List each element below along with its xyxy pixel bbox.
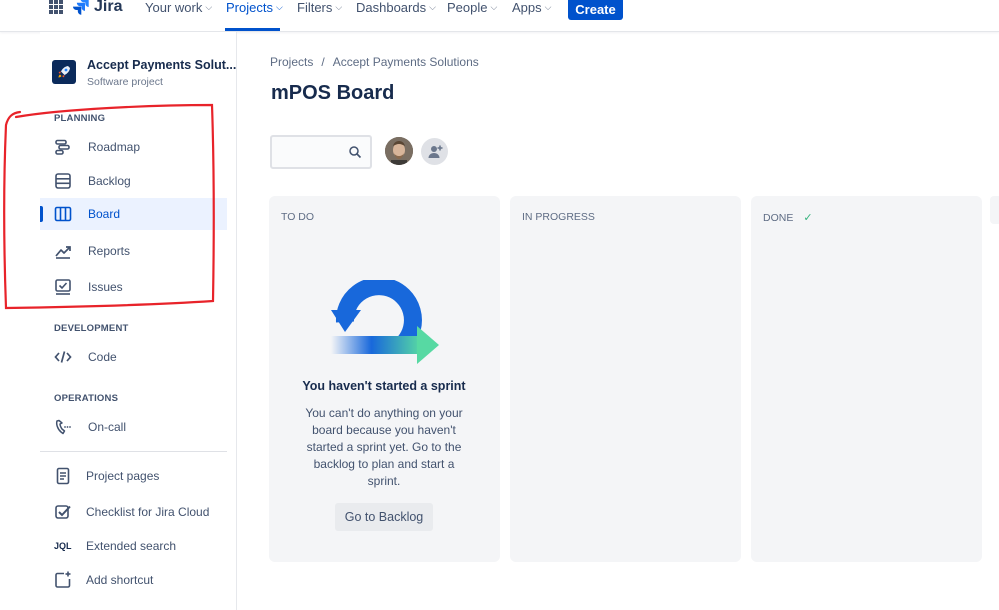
nav-projects[interactable]: Projects ⌵ (226, 0, 283, 17)
empty-state-title: You haven't started a sprint (302, 379, 466, 393)
search-icon (349, 146, 362, 159)
board-search-input[interactable] (270, 135, 372, 169)
nav-apps[interactable]: Apps ⌵ (512, 0, 551, 17)
sidebar-item-project-pages[interactable]: Project pages (40, 460, 227, 492)
sidebar-item-extended-search[interactable]: JQL Extended search (40, 530, 227, 562)
rocket-icon (58, 66, 70, 78)
nav-label: People (447, 0, 488, 15)
user-avatar[interactable] (385, 137, 413, 165)
chevron-down-icon: ⌵ (335, 1, 343, 12)
phone-icon (55, 419, 71, 435)
sidebar-item-issues[interactable]: Issues (40, 271, 227, 303)
breadcrumb-project[interactable]: Accept Payments Solutions (333, 55, 479, 69)
sidebar-item-label: Roadmap (88, 140, 141, 154)
sidebar-item-label: Reports (88, 244, 131, 258)
code-icon (54, 351, 72, 363)
column-title: DONE ✓ (763, 211, 813, 225)
page-icon (56, 467, 70, 485)
sidebar-item-label: On-call (88, 420, 127, 434)
section-heading-planning: PLANNING (54, 113, 106, 124)
checklist-icon (55, 505, 71, 519)
chevron-down-icon: ⌵ (275, 1, 283, 12)
empty-state-text: You can't do anything on your board beca… (305, 406, 463, 488)
jira-logo[interactable]: Jira (72, 0, 122, 16)
sidebar-divider (40, 451, 227, 452)
nav-label: Filters (297, 0, 333, 15)
sidebar-item-board[interactable]: Board (40, 198, 227, 230)
sidebar-item-label: Extended search (86, 539, 177, 553)
add-shortcut-icon (55, 571, 71, 588)
column-title-text: TO DO (281, 211, 315, 223)
column-title: TO DO (281, 211, 314, 223)
go-to-backlog-button[interactable]: Go to Backlog (335, 503, 433, 531)
app-switcher-icon[interactable] (49, 0, 63, 14)
project-type: Software project (87, 76, 163, 88)
add-people-button[interactable] (421, 138, 448, 165)
page-title: mPOS Board (271, 82, 395, 104)
sidebar-item-add-shortcut[interactable]: Add shortcut (40, 564, 227, 596)
breadcrumb-separator: / (321, 55, 325, 69)
board-column-done: DONE ✓ (751, 196, 982, 562)
jira-logo-icon (73, 0, 89, 15)
nav-your-work[interactable]: Your work ⌵ (145, 0, 212, 17)
nav-label: Apps (512, 0, 542, 15)
sidebar-item-label: Project pages (86, 469, 160, 483)
active-nav-indicator (225, 28, 280, 31)
column-title: IN PROGRESS (522, 211, 595, 223)
board-column-in-progress: IN PROGRESS (510, 196, 741, 562)
chevron-down-icon: ⌵ (490, 1, 498, 12)
sidebar-item-backlog[interactable]: Backlog (40, 165, 227, 197)
add-person-icon (428, 145, 442, 158)
sidebar-item-code[interactable]: Code (40, 341, 227, 373)
board-column-todo: TO DO You haven't started a sprint You c… (269, 196, 500, 562)
nav-label: Projects (226, 0, 273, 15)
issues-icon (55, 279, 71, 295)
breadcrumb: Projects / Accept Payments Solutions (270, 55, 479, 69)
sidebar-item-reports[interactable]: Reports (40, 235, 227, 267)
project-avatar[interactable] (52, 60, 76, 84)
sidebar-item-label: Backlog (88, 174, 131, 188)
project-sidebar: Accept Payments Solut... Software projec… (40, 32, 237, 610)
reports-icon (55, 246, 71, 259)
section-heading-development: DEVELOPMENT (54, 323, 129, 334)
sidebar-item-label: Add shortcut (86, 573, 154, 587)
nav-label: Dashboards (356, 0, 427, 15)
selected-indicator (40, 206, 43, 222)
sidebar-item-checklist[interactable]: Checklist for Jira Cloud (40, 496, 227, 528)
backlog-icon (55, 173, 71, 189)
nav-filters[interactable]: Filters ⌵ (297, 0, 342, 17)
chevron-down-icon: ⌵ (205, 1, 213, 12)
sidebar-item-label: Checklist for Jira Cloud (86, 505, 210, 519)
sidebar-item-label: Board (88, 207, 121, 221)
chevron-down-icon: ⌵ (544, 1, 552, 12)
sidebar-item-label: Code (88, 350, 117, 364)
chevron-down-icon: ⌵ (429, 1, 436, 12)
breadcrumb-projects[interactable]: Projects (270, 55, 313, 69)
project-name[interactable]: Accept Payments Solut... (87, 58, 236, 72)
nav-dashboards[interactable]: Dashboards ⌵ (356, 0, 436, 17)
create-button[interactable]: Create (568, 0, 623, 20)
nav-label: Your work (145, 0, 203, 15)
top-navigation: Jira Your work ⌵ Projects ⌵ Filters ⌵ Dashb… (0, 0, 999, 32)
board-icon (54, 206, 72, 222)
sidebar-item-roadmap[interactable]: Roadmap (40, 131, 227, 163)
column-title-text: DONE (763, 211, 794, 224)
user-avatar-image (385, 137, 413, 165)
done-check-icon: ✓ (803, 212, 813, 224)
sidebar-item-label: Issues (88, 280, 123, 294)
sidebar-item-on-call[interactable]: On-call (40, 411, 227, 443)
roadmap-icon (55, 139, 70, 155)
create-column-button[interactable] (990, 196, 999, 224)
section-heading-operations: OPERATIONS (54, 393, 119, 404)
sprint-illustration-icon (331, 280, 439, 364)
jql-icon: JQL (54, 541, 72, 551)
column-title-text: IN PROGRESS (522, 211, 595, 223)
nav-people[interactable]: People ⌵ (447, 0, 497, 17)
logo-text: Jira (94, 0, 123, 15)
